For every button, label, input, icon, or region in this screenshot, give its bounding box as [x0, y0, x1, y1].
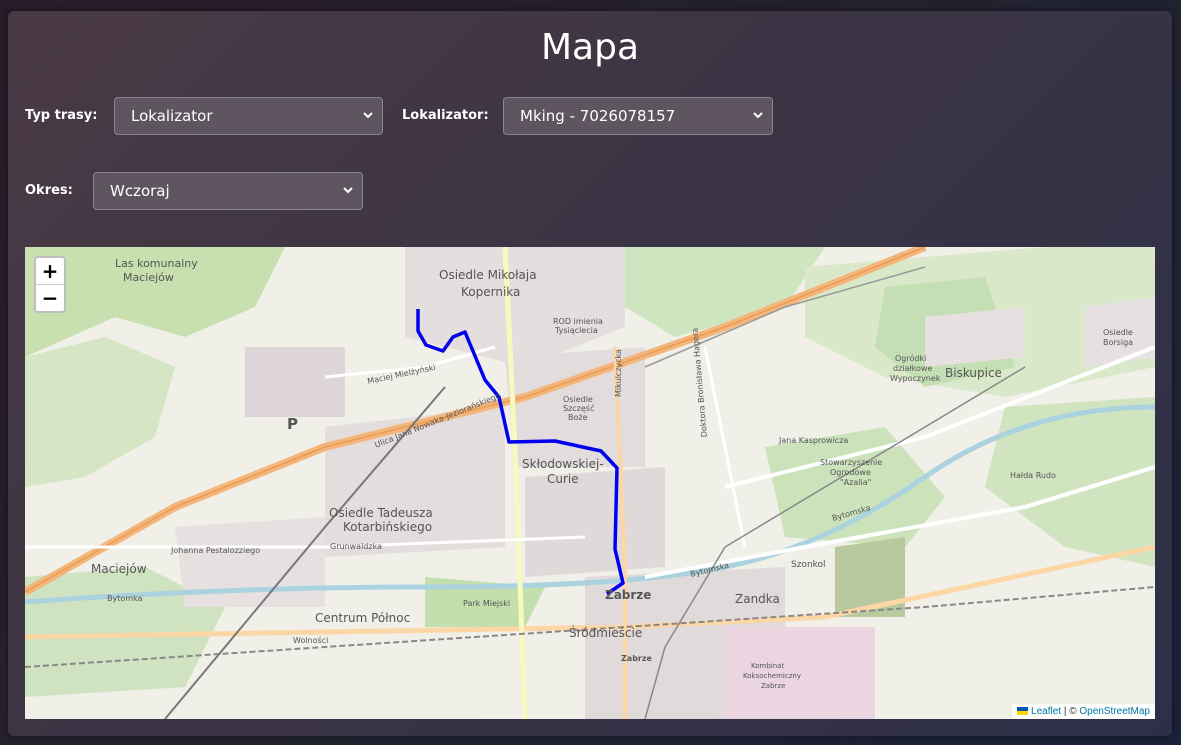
map-label: Mikulczycka — [614, 349, 623, 397]
map-container[interactable]: P Osiedle Mikołaja Kopernika Las komunal… — [25, 247, 1155, 719]
locator-value: Mking - 7026078157 — [520, 107, 676, 125]
map-label: Szonkol — [791, 560, 826, 570]
period-select[interactable]: Wczoraj — [93, 172, 363, 210]
map-label: Kotarbińskiego — [343, 520, 432, 534]
map-label: Zabrze — [605, 588, 651, 602]
map-label: Jana Kasprowicza — [778, 436, 848, 445]
zoom-out-button[interactable]: − — [36, 285, 64, 311]
map-label: Wypoczynek — [890, 374, 941, 383]
period-value: Wczoraj — [110, 182, 170, 200]
map-label: Wolności — [293, 635, 328, 645]
map-label: Centrum Północ — [315, 611, 410, 625]
zoom-control: + − — [34, 256, 66, 313]
map-label: Zabrze — [621, 654, 653, 663]
map-label: Tysiąclecia — [554, 326, 598, 335]
chevron-down-icon — [343, 187, 353, 194]
openstreetmap-link[interactable]: OpenStreetMap — [1079, 706, 1150, 717]
map-label: Koksochemiczny — [743, 672, 801, 680]
map-label: Osiedle Mikołaja — [439, 268, 537, 282]
route-type-select[interactable]: Lokalizator — [114, 97, 383, 135]
map-label: Las komunalny — [115, 257, 198, 270]
map-label: Hałda Rudo — [1010, 471, 1056, 480]
map-label: Park Miejski — [463, 599, 510, 608]
map-label: Osiedle — [1103, 328, 1133, 337]
map-label: Osiedle Tadeusza — [329, 506, 433, 520]
map-label: Zabrze — [761, 682, 785, 690]
map-attribution: Leaflet | © OpenStreetMap — [1012, 704, 1155, 719]
route-type-label: Typ trasy: — [25, 108, 98, 123]
map-label: Maciejów — [91, 562, 147, 576]
map-label: Boże — [568, 413, 588, 422]
locator-label: Lokalizator: — [402, 108, 489, 123]
attribution-separator: | © — [1061, 706, 1080, 717]
map-label: Kombinat — [751, 662, 784, 670]
map-label: Kopernika — [461, 285, 520, 299]
page-title: Mapa — [540, 27, 640, 68]
map-label: Szczęść — [563, 403, 594, 413]
map-label: Curie — [547, 472, 579, 486]
map-label: Ogródki — [895, 353, 926, 363]
route-type-value: Lokalizator — [131, 107, 213, 125]
map-label: Biskupice — [945, 366, 1002, 380]
period-label: Okres: — [25, 183, 73, 198]
map-label: Śródmieście — [569, 625, 642, 640]
parking-icon: P — [287, 415, 298, 433]
map-label: Ogrodowe — [830, 468, 871, 477]
map-label: działkowe — [893, 364, 932, 373]
locator-select[interactable]: Mking - 7026078157 — [503, 97, 773, 135]
map-label: Johanna Pestalozziego — [170, 546, 260, 555]
map-label: "Azalia" — [840, 478, 871, 487]
map-label: Maciejów — [123, 271, 174, 284]
map-label: Bytomka — [107, 594, 143, 603]
map-label: Zandka — [735, 592, 780, 606]
ukraine-flag-icon — [1017, 707, 1029, 716]
zoom-in-button[interactable]: + — [36, 258, 64, 285]
map-tiles[interactable]: P Osiedle Mikołaja Kopernika Las komunal… — [25, 247, 1155, 719]
chevron-down-icon — [753, 112, 763, 119]
map-label: Osiedle — [563, 395, 593, 404]
chevron-down-icon — [363, 112, 373, 119]
map-label: Grunwaldzka — [330, 542, 382, 551]
map-label: Borsiga — [1103, 338, 1133, 347]
map-label: Stowarzyszenie — [820, 458, 882, 467]
leaflet-link[interactable]: Leaflet — [1031, 706, 1061, 717]
map-label: ROD imienia — [553, 317, 603, 326]
map-label: Skłodowskiej- — [522, 457, 604, 471]
